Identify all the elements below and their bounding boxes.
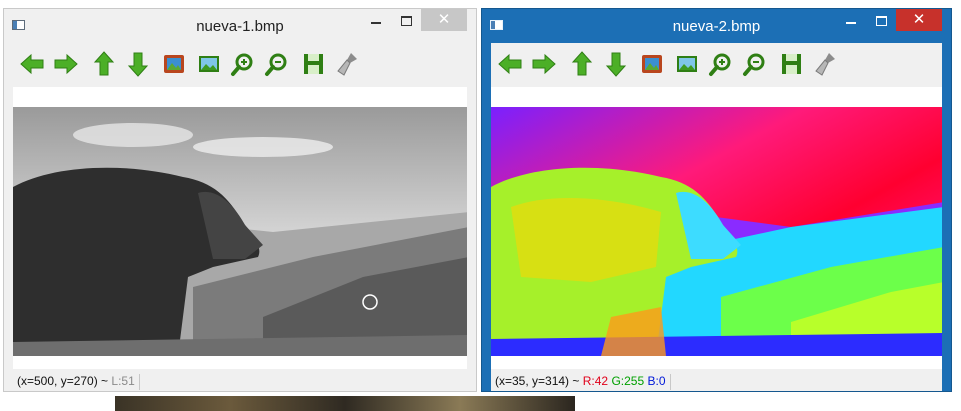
- zoom-out-icon[interactable]: [264, 51, 290, 77]
- maximize-button[interactable]: [391, 9, 421, 35]
- false-color-bear-image[interactable]: [491, 107, 942, 356]
- window-content: (x=500, y=270) ~ L:51: [13, 43, 467, 391]
- save-icon[interactable]: [778, 51, 804, 77]
- arrow-right-icon[interactable]: [531, 51, 557, 77]
- arrow-left-icon[interactable]: [19, 51, 45, 77]
- luminance-value: L:51: [111, 374, 135, 388]
- window-content: (x=35, y=314) ~ R:42 G:255 B:0: [491, 43, 942, 391]
- close-button[interactable]: ✕: [896, 9, 942, 31]
- arrow-down-icon[interactable]: [125, 51, 151, 77]
- arrow-up-icon[interactable]: [569, 51, 595, 77]
- grayscale-bear-image[interactable]: [13, 107, 467, 356]
- image-icon[interactable]: [161, 51, 187, 77]
- status-bar: (x=35, y=314) ~ R:42 G:255 B:0: [491, 369, 942, 391]
- arrow-up-icon[interactable]: [91, 51, 117, 77]
- close-button[interactable]: ✕: [421, 9, 467, 31]
- arrow-right-icon[interactable]: [53, 51, 79, 77]
- status-divider: [669, 373, 671, 390]
- fit-image-icon[interactable]: [674, 51, 700, 77]
- status-bar: (x=500, y=270) ~ L:51: [13, 369, 467, 391]
- save-icon[interactable]: [300, 51, 326, 77]
- status-divider: [138, 373, 140, 390]
- title-bar[interactable]: nueva-1.bmp ✕: [4, 9, 476, 43]
- blue-value: B:0: [647, 374, 666, 388]
- minimize-button[interactable]: [836, 9, 866, 35]
- title-bar[interactable]: nueva-2.bmp ✕: [482, 9, 951, 43]
- zoom-out-icon[interactable]: [742, 51, 768, 77]
- toolbar: [491, 43, 942, 87]
- cursor-coordinates: (x=35, y=314) ~: [495, 374, 583, 388]
- minimize-button[interactable]: [361, 9, 391, 35]
- maximize-button[interactable]: [866, 9, 896, 35]
- zoom-in-icon[interactable]: [708, 51, 734, 77]
- window-nueva-2: nueva-2.bmp ✕ (x=35, y=314) ~ R:42 G:255…: [481, 8, 952, 392]
- toolbar: [13, 43, 467, 87]
- zoom-in-icon[interactable]: [230, 51, 256, 77]
- background-strip: [115, 396, 575, 411]
- window-nueva-1: nueva-1.bmp ✕ (x=500, y=270) ~ L:51: [3, 8, 477, 392]
- red-value: R:42: [582, 374, 609, 388]
- green-value: G:255: [611, 374, 645, 388]
- clear-brush-icon[interactable]: [813, 51, 839, 77]
- image-icon[interactable]: [639, 51, 665, 77]
- fit-image-icon[interactable]: [196, 51, 222, 77]
- clear-brush-icon[interactable]: [335, 51, 361, 77]
- arrow-down-icon[interactable]: [603, 51, 629, 77]
- cursor-coordinates: (x=500, y=270) ~: [17, 374, 112, 388]
- arrow-left-icon[interactable]: [497, 51, 523, 77]
